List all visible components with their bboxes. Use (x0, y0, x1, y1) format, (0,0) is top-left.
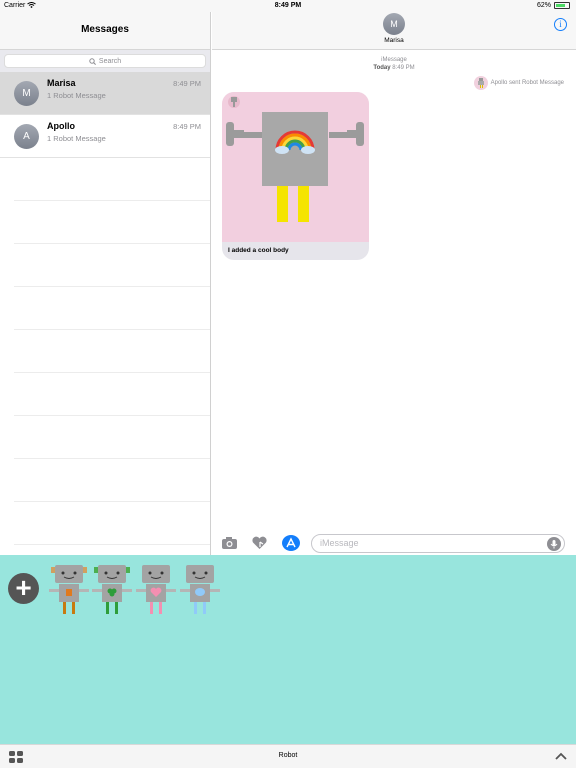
empty-row (14, 201, 210, 244)
search-icon (89, 57, 96, 65)
message-input[interactable]: iMessage (311, 534, 565, 553)
timestamp-header: iMessage Today 8:49 PM (212, 56, 576, 72)
status-time: 8:49 PM (274, 2, 302, 9)
service-label: iMessage (381, 57, 407, 63)
sticker-drawer: + (0, 555, 576, 744)
empty-row (14, 416, 210, 459)
empty-row (14, 502, 210, 545)
status-bar: Carrier 8:49 PM 62% (0, 0, 576, 12)
conversation-preview: 1 Robot Message (47, 91, 106, 100)
sent-note: Apollo sent Robot Message (473, 76, 564, 90)
contact-avatar[interactable]: M (383, 13, 405, 35)
empty-row (14, 158, 210, 201)
robot-message-bubble[interactable]: I added a cool body (222, 92, 369, 260)
robot-sticker-4[interactable] (180, 563, 220, 615)
avatar: A (14, 124, 39, 149)
conversation-name: Apollo (47, 121, 75, 131)
empty-row (14, 330, 210, 373)
app-drawer-bar: Robot (0, 744, 576, 768)
empty-row (14, 244, 210, 287)
sent-note-text: Apollo sent Robot Message (490, 80, 564, 86)
conversation-preview: 1 Robot Message (47, 134, 106, 143)
conversation-name: Marisa (47, 78, 76, 88)
search-bar: Search (0, 50, 210, 72)
digital-touch-icon[interactable] (251, 536, 268, 550)
app-store-icon[interactable] (282, 535, 300, 551)
chevron-up-icon[interactable] (555, 751, 567, 761)
camera-icon[interactable] (221, 536, 238, 550)
conversation-time: 8:49 PM (173, 122, 201, 131)
empty-row (14, 459, 210, 502)
conversation-list-pane: Messages Search M Marisa 1 Robot Message… (0, 12, 211, 555)
sidebar-title: Messages (0, 12, 210, 50)
bubble-caption: I added a cool body (228, 247, 289, 254)
conversation-time: 8:49 PM (173, 79, 201, 88)
robot-mini-icon (473, 76, 488, 90)
conversation-pane: M Marisa i iMessage Today 8:49 PM Apollo… (212, 12, 576, 555)
battery-icon (554, 2, 570, 9)
app-name: Robot (278, 752, 298, 759)
day-label: Today (373, 65, 391, 71)
battery-status: 62% (537, 2, 570, 9)
robot-sticker-3[interactable] (136, 563, 176, 615)
empty-row (14, 287, 210, 330)
robot-sticker-2[interactable] (92, 563, 132, 615)
robot-sticker-image (222, 92, 369, 242)
info-icon[interactable]: i (554, 18, 567, 31)
add-sticker-button[interactable]: + (8, 573, 39, 604)
conversation-row-marisa[interactable]: M Marisa 1 Robot Message 8:49 PM (0, 72, 210, 115)
search-placeholder: Search (98, 57, 122, 65)
microphone-icon[interactable] (547, 537, 561, 551)
search-input[interactable]: Search (4, 54, 206, 68)
compose-bar: iMessage (212, 530, 576, 555)
message-input-placeholder: iMessage (320, 538, 359, 548)
empty-row (14, 373, 210, 416)
message-time: 8:49 PM (392, 65, 415, 71)
conversation-header: M Marisa i (212, 12, 576, 50)
contact-name[interactable]: Marisa (212, 37, 576, 44)
battery-percent: 62% (536, 2, 551, 9)
conversation-row-apollo[interactable]: A Apollo 1 Robot Message 8:49 PM (0, 115, 210, 158)
avatar: M (14, 81, 39, 106)
robot-sticker-1[interactable] (49, 563, 89, 615)
